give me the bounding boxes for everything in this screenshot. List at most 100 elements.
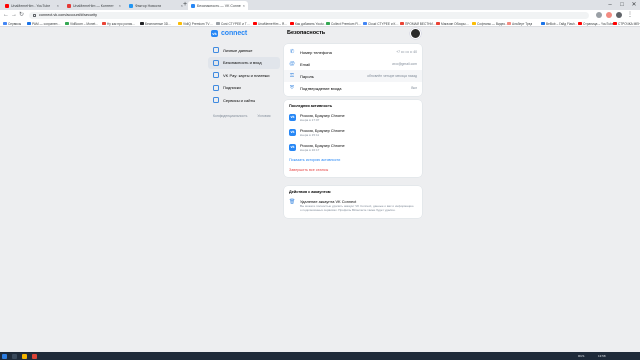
- bookmark-label: UnaMemeHim – Я…: [258, 21, 288, 26]
- bookmark-favicon-icon: [436, 21, 440, 26]
- bookmark-favicon-icon: [472, 21, 476, 26]
- tab-close-icon[interactable]: ×: [57, 3, 59, 8]
- bookmark-item[interactable]: Сервисы: [3, 21, 21, 26]
- bookmark-item[interactable]: Софтаны — Видео…: [472, 21, 508, 26]
- menu-icon[interactable]: ⋮: [627, 12, 633, 18]
- show-history-link[interactable]: Показать историю активности: [284, 155, 422, 165]
- privacy-link[interactable]: Конфиденциальность: [213, 114, 247, 118]
- minimize-icon[interactable]: –: [604, 0, 616, 10]
- phone-icon: ✆: [289, 49, 295, 55]
- maximize-icon[interactable]: □: [616, 0, 628, 10]
- mail-icon: @: [289, 61, 295, 67]
- bookmark-label: Cost CTYPEE и Т…: [221, 21, 250, 26]
- security-row-label: Пароль: [300, 73, 314, 79]
- new-tab-button[interactable]: +: [183, 1, 187, 9]
- bookmark-item[interactable]: СТРОЧКА МЕНЮ: [613, 21, 640, 26]
- address-bar[interactable]: connect.vk.com/account/#/security: [29, 11, 589, 19]
- bookmark-label: Альберт Тред: [512, 21, 533, 26]
- terms-link[interactable]: Условия: [257, 114, 270, 118]
- language-indicator[interactable]: RUS: [578, 354, 584, 358]
- bookmark-item[interactable]: Cloud CTYPEE и К…: [363, 21, 399, 26]
- sidebar: Личные данные Безопасность и вход VK Pay: …: [208, 44, 280, 118]
- vk-session-icon: vk: [289, 114, 296, 121]
- shield-icon: ⛨: [289, 85, 295, 91]
- end-all-sessions-link[interactable]: Завершить все сеансы: [284, 165, 422, 177]
- bookmark-favicon-icon: [253, 21, 257, 26]
- bookmark-item[interactable]: PAM — сохранен…: [27, 21, 61, 26]
- sidebar-item[interactable]: VK Pay: карты и платежи: [208, 69, 280, 81]
- browser-tab-strip: UnaMemeHim - YouTube × UnaMemeHim — Контен…: [0, 0, 640, 10]
- bookmark-item[interactable]: Страница – YouTube: [578, 21, 614, 26]
- sidebar-item-label: VK Pay: карты и платежи: [223, 72, 270, 78]
- close-window-icon[interactable]: ✕: [628, 0, 640, 10]
- bookmark-label: VidIQ Premium TV…: [183, 21, 213, 26]
- bookmark-item[interactable]: VidBoom – Monet…: [65, 21, 98, 26]
- back-icon[interactable]: ←: [3, 11, 9, 19]
- sidebar-item[interactable]: Подписки: [208, 82, 280, 94]
- bookmark-favicon-icon: [290, 21, 294, 26]
- bookmark-item[interactable]: Cost CTYPEE и Т…: [216, 21, 250, 26]
- bookmark-favicon-icon: [65, 21, 69, 26]
- security-row-label: Номер телефона: [300, 49, 332, 55]
- security-row[interactable]: @ Email w•••@gmail.com: [284, 58, 422, 70]
- security-row-label: Email: [300, 61, 311, 67]
- explorer-icon[interactable]: [22, 353, 27, 359]
- avatar[interactable]: [410, 28, 421, 39]
- security-row[interactable]: ⛨ Подтверждение входа Вкл: [284, 82, 422, 94]
- bookmark-item[interactable]: Альберт Тред: [507, 21, 532, 26]
- bookmark-label: СТРОЧКА МЕНЮ: [618, 21, 640, 26]
- bookmark-item[interactable]: Collect Premium Fl…: [326, 21, 361, 26]
- profile-icon[interactable]: [616, 12, 622, 18]
- security-row-value: w•••@gmail.com: [392, 62, 417, 66]
- tab-title: UnaMemeHim - YouTube: [11, 3, 51, 8]
- bookmark-label: Сервисы: [8, 21, 22, 26]
- bookmark-item[interactable]: Бесплатные 3D…: [140, 21, 171, 26]
- tab-close-icon[interactable]: ×: [119, 3, 121, 8]
- session-item[interactable]: vk Россия, Браузер Chrome вчера в 16:17: [284, 140, 422, 155]
- bookmarks-bar: Сервисы PAM — сохранен… VidBoom – Monet… Ну…: [0, 20, 640, 27]
- bookmark-item[interactable]: Ну как про ролик…: [102, 21, 135, 26]
- security-row[interactable]: ✆ Номер телефона +7 ••• ••• •• 40: [284, 46, 422, 58]
- sidebar-item[interactable]: Безопасность и вход: [208, 56, 280, 69]
- bookmark-label: Cloud CTYPEE и К…: [368, 21, 399, 26]
- session-text: Россия, Браузер Chrome вчера в 16:17: [300, 143, 345, 153]
- browser-tab[interactable]: Фактор Новости ×: [126, 1, 186, 10]
- bookmark-item[interactable]: ПРОМАЙ ВЕСТНИ…: [400, 21, 436, 26]
- bookmark-item[interactable]: Как добавить Youtu…: [290, 21, 326, 26]
- bookmark-item[interactable]: Магазин Обзоры…: [436, 21, 469, 26]
- extension-icon[interactable]: [606, 12, 612, 18]
- security-row[interactable]: ⚿ Пароль обновлён четыре месяца назад: [284, 70, 422, 82]
- browser-tab[interactable]: UnaMemeHim - YouTube ×: [2, 1, 62, 10]
- browser-tab[interactable]: Безопасность — VK Connect ×: [188, 1, 248, 10]
- bookmark-item[interactable]: BeBob – Гайд Flash…: [541, 21, 577, 26]
- security-card: ✆ Номер телефона +7 ••• ••• •• 40 @ Email w••…: [284, 44, 422, 96]
- tab-close-icon[interactable]: ×: [243, 3, 245, 8]
- forward-icon[interactable]: →: [11, 11, 17, 19]
- bookmark-label: Как добавить Youtu…: [295, 21, 326, 26]
- search-icon[interactable]: [12, 353, 17, 359]
- bell-icon: [213, 84, 219, 91]
- bookmark-label: BeBob – Гайд Flash…: [546, 21, 577, 26]
- vk-session-icon: vk: [289, 129, 296, 136]
- sidebar-item[interactable]: Сервисы и сайты: [208, 94, 280, 106]
- reload-icon[interactable]: ↻: [19, 11, 24, 19]
- bookmark-favicon-icon: [613, 21, 617, 26]
- bookmark-favicon-icon: [216, 21, 220, 26]
- bookmark-item[interactable]: VidIQ Premium TV…: [178, 21, 213, 26]
- taskbar: RUS 13:58: [0, 352, 640, 360]
- start-icon[interactable]: [2, 353, 7, 359]
- browser-tab[interactable]: UnaMemeHim — Контент ×: [64, 1, 124, 10]
- session-item[interactable]: vk Россия, Браузер Chrome вчера в 17:07: [284, 110, 422, 125]
- sidebar-item[interactable]: Личные данные: [208, 44, 280, 56]
- delete-account-item[interactable]: 🗑 Удаление аккаунта VK Connect Вы можете…: [284, 196, 422, 218]
- bookmark-label: Магазин Обзоры…: [441, 21, 469, 26]
- extension-icon[interactable]: [596, 12, 602, 18]
- chrome-icon[interactable]: [32, 353, 37, 359]
- lock-icon: [213, 59, 219, 66]
- security-row-value: +7 ••• ••• •• 40: [396, 50, 417, 54]
- session-item[interactable]: vk Россия, Браузер Chrome вчера в 15:11: [284, 125, 422, 140]
- vk-connect-logo[interactable]: vk connect: [211, 30, 247, 37]
- bookmark-item[interactable]: UnaMemeHim – Я…: [253, 21, 287, 26]
- clock[interactable]: 13:58: [598, 354, 606, 358]
- bookmark-label: VidBoom – Monet…: [70, 21, 99, 26]
